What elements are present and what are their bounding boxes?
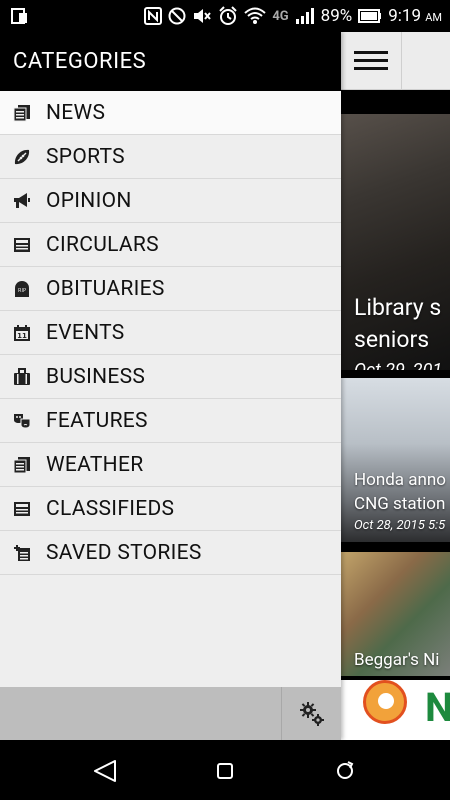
story-title: Library s seniors [354,292,441,356]
advertisement-banner[interactable]: N [341,680,450,740]
screen-mirror-icon [11,8,27,24]
battery-icon [358,9,382,23]
gears-icon [299,701,324,726]
story-date: Oct 28, 2015 5:5 [354,518,446,533]
story-title-line: seniors [354,326,430,353]
save-page-icon [14,545,30,561]
nfc-icon [144,7,163,25]
megaphone-icon [14,193,30,208]
category-label: OPINION [46,189,132,213]
status-bar: 4G 89% 9:19 AM [0,0,450,32]
alarm-icon [219,6,238,25]
theater-masks-icon [14,414,31,429]
clock-time: 9:19 [388,6,421,26]
category-item-saved-stories[interactable]: SAVED STORIES [0,531,341,575]
story-date: Oct 29, 201 [354,360,442,370]
hamburger-icon [354,51,388,70]
category-item-obituaries[interactable]: RIP OBITUARIES [0,267,341,311]
newspaper-icon [14,502,30,516]
story-card[interactable]: Library s seniors Oct 29, 201 [341,114,450,370]
briefcase-icon [14,368,30,385]
clock: 9:19 AM [388,6,442,26]
category-item-news[interactable]: NEWS [0,91,341,135]
category-label: OBITUARIES [46,277,165,301]
category-label: CLASSIFIEDS [46,497,175,521]
story-title: Beggar's Ni [354,650,440,670]
system-nav-bar [0,740,450,800]
category-list: NEWS SPORTS OPINION CIRCULARS RIP OBITUA… [0,91,341,575]
story-title-line: Library s [354,294,442,321]
category-label: CIRCULARS [46,233,159,257]
newspaper-icon [14,238,30,252]
category-label: BUSINESS [46,365,146,389]
settings-button[interactable] [281,687,341,740]
category-item-opinion[interactable]: OPINION [0,179,341,223]
drawer-header: CATEGORIES [0,32,341,91]
navigation-drawer: CATEGORIES NEWS SPORTS OPINION CIRCULARS… [0,32,341,740]
category-item-classifieds[interactable]: CLASSIFIEDS [0,487,341,531]
svg-text:11: 11 [17,332,27,340]
newspaper-stack-icon [13,105,30,122]
home-button[interactable] [212,758,238,784]
drawer-footer [0,687,341,740]
category-item-sports[interactable]: SPORTS [0,135,341,179]
category-label: WEATHER [46,453,144,477]
category-label: SAVED STORIES [46,541,202,565]
category-label: NEWS [46,101,106,125]
category-label: EVENTS [46,321,125,345]
recents-button[interactable] [332,758,358,784]
football-icon [14,149,30,165]
home-icon [217,763,233,779]
signal-icon [295,8,314,24]
story-card[interactable]: Honda anno CNG station Oct 28, 2015 5:5 [341,378,450,542]
svg-text:RIP: RIP [18,288,26,294]
do-not-disturb-icon [168,7,186,25]
menu-button[interactable] [341,32,402,90]
back-button[interactable] [92,758,118,784]
app-bar [341,32,450,90]
category-label: SPORTS [46,145,125,169]
newspaper-stack-icon [13,457,30,474]
mute-icon [194,9,212,23]
tombstone-icon: RIP [15,281,29,297]
ad-badge-logo [363,680,407,724]
category-item-events[interactable]: 11 EVENTS [0,311,341,355]
category-label: FEATURES [46,409,148,433]
story-title: Honda anno CNG station [354,468,446,516]
back-icon [94,760,116,782]
story-title-line: CNG station [354,494,446,514]
clock-ampm: AM [425,11,442,24]
story-title-line: Honda anno [354,470,446,490]
news-feed[interactable]: Library s seniors Oct 29, 201 Honda anno… [341,90,450,740]
drawer-title: CATEGORIES [13,49,147,74]
calendar-icon: 11 [14,325,30,341]
network-type-label: 4G [272,8,289,24]
story-card[interactable]: Beggar's Ni [341,552,450,676]
battery-percent: 89% [320,6,353,26]
category-item-business[interactable]: BUSINESS [0,355,341,399]
ad-letter: N [425,684,450,731]
wifi-icon [244,7,266,24]
category-item-circulars[interactable]: CIRCULARS [0,223,341,267]
category-item-weather[interactable]: WEATHER [0,443,341,487]
recents-icon [337,761,354,779]
category-item-features[interactable]: FEATURES [0,399,341,443]
